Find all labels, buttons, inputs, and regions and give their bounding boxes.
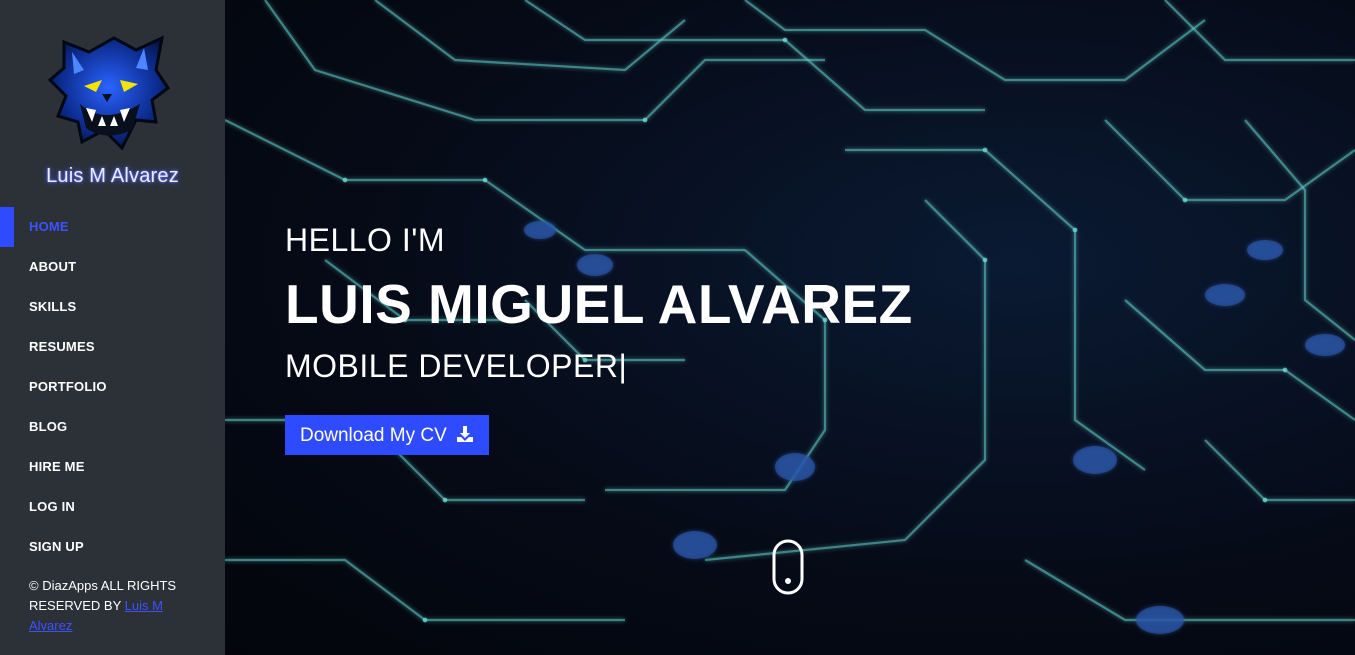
nav-item-blog[interactable]: BLOG [0, 407, 225, 447]
nav-item-home[interactable]: HOME [0, 207, 225, 247]
brand-name[interactable]: Luis M Alvarez [0, 165, 225, 188]
nav-link-resumes[interactable]: RESUMES [0, 327, 225, 367]
nav-link-log-in[interactable]: LOG IN [0, 487, 225, 527]
nav-item-about[interactable]: ABOUT [0, 247, 225, 287]
mouse-scroll-icon[interactable] [772, 539, 804, 595]
nav-item-hire-me[interactable]: HIRE ME [0, 447, 225, 487]
download-icon [457, 425, 474, 442]
nav-link-blog[interactable]: BLOG [0, 407, 225, 447]
nav-link-skills[interactable]: SKILLS [0, 287, 225, 327]
nav-link-sign-up[interactable]: SIGN UP [0, 527, 225, 567]
role-line: MOBILE DEVELOPER| [285, 348, 627, 385]
download-cv-button[interactable]: Download My CV [285, 415, 489, 455]
nav-item-resumes[interactable]: RESUMES [0, 327, 225, 367]
role-text: MOBILE DEVELOPER [285, 348, 619, 384]
nav-item-sign-up[interactable]: SIGN UP [0, 527, 225, 567]
copyright-notice: © DiazApps ALL RIGHTS RESERVED BY Luis M… [29, 576, 199, 636]
nav-item-log-in[interactable]: LOG IN [0, 487, 225, 527]
panther-logo-icon[interactable] [44, 30, 174, 155]
typing-cursor: | [618, 348, 628, 384]
hero-section: HELLO I'M LUIS MIGUEL ALVAREZ MOBILE DEV… [225, 0, 1355, 655]
nav-link-home[interactable]: HOME [0, 207, 225, 247]
nav-item-skills[interactable]: SKILLS [0, 287, 225, 327]
hero-name: LUIS MIGUEL ALVAREZ [285, 273, 913, 335]
page: Luis M Alvarez HOME ABOUT SKILLS RESUMES… [0, 0, 1355, 655]
nav-item-portfolio[interactable]: PORTFOLIO [0, 367, 225, 407]
sidebar: Luis M Alvarez HOME ABOUT SKILLS RESUMES… [0, 0, 225, 655]
nav-link-about[interactable]: ABOUT [0, 247, 225, 287]
nav-link-hire-me[interactable]: HIRE ME [0, 447, 225, 487]
download-cv-label: Download My CV [299, 425, 447, 446]
main-nav: HOME ABOUT SKILLS RESUMES PORTFOLIO BLOG… [0, 207, 225, 567]
greeting-text: HELLO I'M [285, 222, 445, 258]
nav-link-portfolio[interactable]: PORTFOLIO [0, 367, 225, 407]
